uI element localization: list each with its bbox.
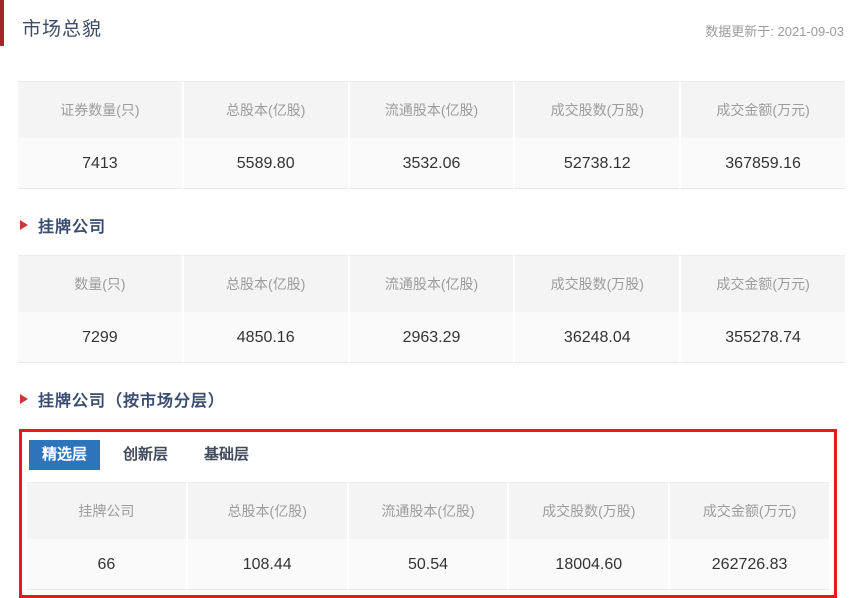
data-cell: 18004.60 [507,539,668,590]
header-cell: 成交股数(万股) [513,255,679,312]
triangle-bullet-icon [20,394,28,404]
data-cell: 108.44 [186,539,347,590]
data-cell: 7299 [18,312,182,363]
header-cell: 流通股本(亿股) [347,482,508,539]
table-header-row: 挂牌公司 总股本(亿股) 流通股本(亿股) 成交股数(万股) 成交金额(万元) [27,482,829,539]
header-cell: 总股本(亿股) [182,81,348,138]
data-cell: 355278.74 [679,312,845,363]
market-overview-page: 市场总貌 数据更新于: 2021-09-03 证券数量(只) 总股本(亿股) 流… [0,0,857,581]
header-cell: 流通股本(亿股) [348,255,514,312]
data-cell: 52738.12 [513,138,679,189]
data-cell: 5589.80 [182,138,348,189]
data-cell: 3532.06 [348,138,514,189]
data-cell: 2963.29 [348,312,514,363]
header-cell: 挂牌公司 [27,482,186,539]
table-data-row: 7413 5589.80 3532.06 52738.12 367859.16 [18,138,845,189]
section-header-listed-companies: 挂牌公司 [20,213,857,237]
table-header-row: 数量(只) 总股本(亿股) 流通股本(亿股) 成交股数(万股) 成交金额(万元) [18,255,845,312]
header-cell: 证券数量(只) [18,81,182,138]
table-data-row: 7299 4850.16 2963.29 36248.04 355278.74 [18,312,845,363]
data-cell: 36248.04 [513,312,679,363]
tab-base-layer[interactable]: 基础层 [191,440,262,470]
layered-companies-table: 挂牌公司 总股本(亿股) 流通股本(亿股) 成交股数(万股) 成交金额(万元) … [27,482,829,590]
section-title: 挂牌公司 [38,213,106,237]
title-accent-bar [0,0,4,46]
data-cell: 50.54 [347,539,508,590]
header-cell: 成交股数(万股) [513,81,679,138]
header-cell: 成交金额(万元) [679,81,845,138]
highlight-annotation-box: 精选层 创新层 基础层 挂牌公司 总股本(亿股) 流通股本(亿股) 成交股数(万… [19,429,837,598]
data-cell: 7413 [18,138,182,189]
data-cell: 367859.16 [679,138,845,189]
market-summary-table: 证券数量(只) 总股本(亿股) 流通股本(亿股) 成交股数(万股) 成交金额(万… [18,81,845,189]
triangle-bullet-icon [20,220,28,230]
header-cell: 流通股本(亿股) [348,81,514,138]
data-cell: 66 [27,539,186,590]
tab-select-layer[interactable]: 精选层 [29,440,100,470]
data-cell: 4850.16 [182,312,348,363]
data-cell: 262726.83 [668,539,829,590]
tab-innovation-layer[interactable]: 创新层 [110,440,181,470]
section-title: 挂牌公司（按市场分层） [38,387,225,411]
header-cell: 成交金额(万元) [668,482,829,539]
header-cell: 数量(只) [18,255,182,312]
header-cell: 总股本(亿股) [186,482,347,539]
market-layer-tabs: 精选层 创新层 基础层 [29,440,829,470]
table-header-row: 证券数量(只) 总股本(亿股) 流通股本(亿股) 成交股数(万股) 成交金额(万… [18,81,845,138]
header-cell: 成交股数(万股) [507,482,668,539]
header-cell: 成交金额(万元) [679,255,845,312]
header-cell: 总股本(亿股) [182,255,348,312]
data-updated-timestamp: 数据更新于: 2021-09-03 [705,21,844,40]
listed-companies-table: 数量(只) 总股本(亿股) 流通股本(亿股) 成交股数(万股) 成交金额(万元)… [18,255,845,363]
section-header-layered-companies: 挂牌公司（按市场分层） [20,387,857,411]
table-data-row: 66 108.44 50.54 18004.60 262726.83 [27,539,829,590]
